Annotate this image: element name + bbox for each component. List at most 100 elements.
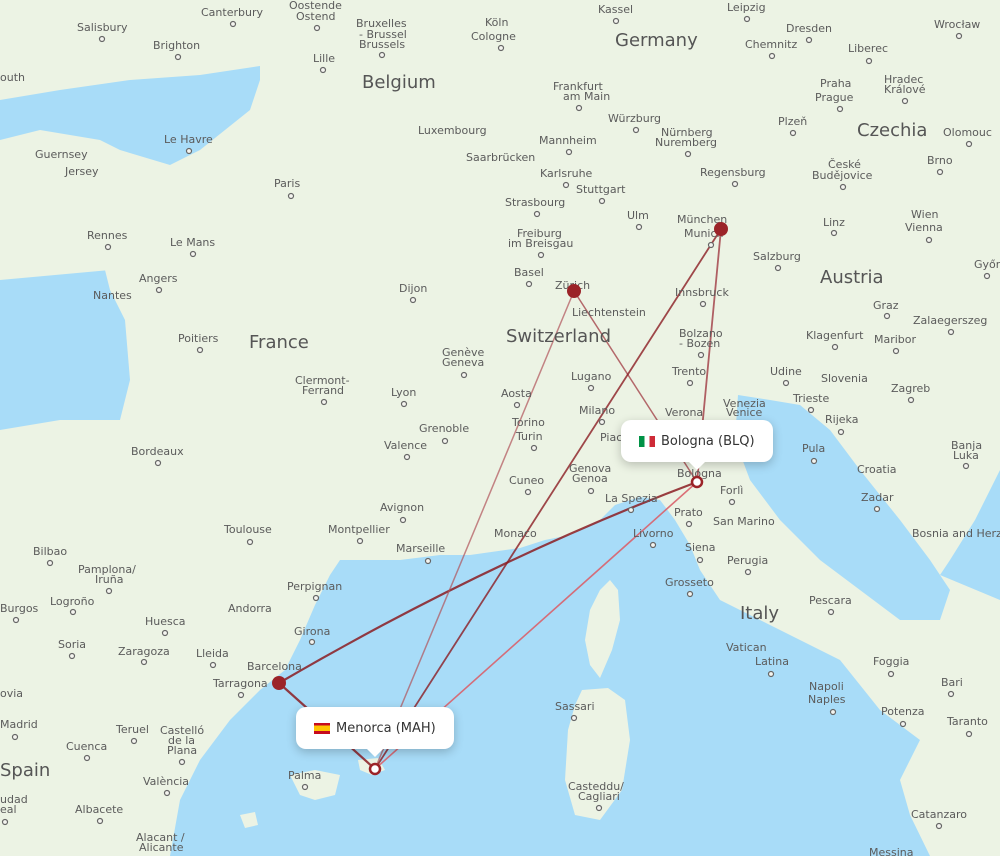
city-dot: [98, 35, 106, 43]
city-label: am Main: [563, 90, 610, 103]
city-dot: [460, 371, 468, 379]
city-dot: [161, 629, 169, 637]
country-label: Liechtenstein: [572, 306, 646, 319]
country-label: Spain: [0, 760, 50, 781]
city-label: Le Havre: [164, 133, 213, 146]
city-dot: [684, 150, 692, 158]
city-label: Zadar: [861, 491, 894, 504]
city-label: Saarbrücken: [466, 151, 535, 164]
city-dot: [955, 32, 963, 40]
city-label: Perugia: [727, 554, 768, 567]
city-label: Maribor: [874, 333, 917, 346]
route-map[interactable]: Germany Belgium France Switzerland Liech…: [0, 0, 1000, 856]
origin-airport-popup[interactable]: Menorca (MAH): [296, 707, 454, 749]
city-label: Trieste: [792, 392, 829, 405]
country-label: Austria: [820, 267, 884, 288]
city-label: Klagenfurt: [806, 329, 864, 342]
city-label: Paris: [274, 177, 300, 190]
city-label: Madrid: [0, 718, 38, 731]
city-label: Genoa: [572, 472, 608, 485]
city-dot: [632, 126, 640, 134]
land-continent: [0, 0, 1000, 856]
city-dot: [246, 538, 254, 546]
city-dot: [163, 789, 171, 797]
city-dot: [873, 505, 881, 513]
city-label: Brno: [927, 154, 953, 167]
city-label: Stuttgart: [576, 183, 626, 196]
city-label: Praha: [820, 77, 851, 90]
city-dot: [399, 516, 407, 524]
city-dot: [155, 286, 163, 294]
city-label: Ferrand: [302, 384, 344, 397]
city-dot: [46, 559, 54, 567]
city-label: Basel: [514, 266, 544, 279]
city-dot: [899, 720, 907, 728]
city-label: Nuremberg: [655, 136, 717, 149]
city-dot: [189, 250, 197, 258]
city-label: Palma: [288, 769, 321, 782]
origin-airport-label: Menorca (MAH): [336, 720, 436, 736]
city-label: Mannheim: [539, 134, 597, 147]
city-label: Karlsruhe: [540, 167, 593, 180]
city-dot: [883, 312, 891, 320]
city-label: Plana: [167, 744, 197, 757]
city-label: Siena: [685, 541, 716, 554]
city-label: Bilbao: [33, 545, 67, 558]
city-dot: [767, 670, 775, 678]
country-label: Czechia: [857, 120, 927, 141]
city-dot: [925, 236, 933, 244]
destination-airport-popup[interactable]: Bologna (BLQ): [621, 420, 773, 462]
land-ibiza: [240, 812, 258, 828]
city-label: Prato: [674, 506, 703, 519]
city-dot: [562, 181, 570, 189]
city-label: eal: [0, 803, 17, 816]
city-label: Angers: [139, 272, 178, 285]
city-dot: [68, 652, 76, 660]
city-label: Tarragona: [212, 677, 268, 690]
city-label: Lleida: [196, 647, 229, 660]
city-label: Zalaegerszeg: [913, 314, 987, 327]
city-dot: [587, 384, 595, 392]
city-label: Udine: [770, 365, 802, 378]
hub-marker-barcelona[interactable]: [272, 676, 286, 690]
hub-marker-munich[interactable]: [714, 222, 728, 236]
city-label: Trento: [671, 365, 706, 378]
city-dot: [686, 379, 694, 387]
city-dot: [830, 229, 838, 237]
city-label: Dresden: [786, 22, 832, 35]
hub-marker-zurich[interactable]: [567, 284, 581, 298]
city-label: Montpellier: [328, 523, 390, 536]
city-dot: [831, 343, 839, 351]
city-dot: [598, 197, 606, 205]
airport-marker-destination[interactable]: [690, 475, 704, 489]
city-dot: [12, 616, 20, 624]
city-label: Pula: [802, 442, 825, 455]
city-dot: [570, 714, 578, 722]
city-dot: [936, 168, 944, 176]
city-dot: [782, 379, 790, 387]
city-label: Plzeň: [778, 115, 807, 128]
city-label: Regensburg: [700, 166, 766, 179]
city-dot: [837, 428, 845, 436]
city-dot: [356, 537, 364, 545]
city-dot: [105, 587, 113, 595]
italy-flag-icon: [639, 435, 655, 447]
city-dot: [319, 66, 327, 74]
city-label: Venice: [726, 406, 763, 419]
city-dot: [774, 264, 782, 272]
city-label: Canterbury: [201, 6, 263, 19]
city-label: Pescara: [809, 594, 852, 607]
city-dot: [962, 462, 970, 470]
city-label: Turin: [515, 430, 543, 443]
airport-marker-origin[interactable]: [368, 762, 382, 776]
city-label: Nantes: [93, 289, 132, 302]
city-dot: [424, 557, 432, 565]
city-label: Potenza: [881, 705, 925, 718]
city-label: Cuenca: [66, 740, 107, 753]
city-dot: [887, 670, 895, 678]
city-label: Verona: [665, 406, 703, 419]
city-dot: [313, 24, 321, 32]
city-label: La Spezia: [605, 492, 658, 505]
city-dot: [441, 437, 449, 445]
city-label: Salisbury: [77, 21, 128, 34]
